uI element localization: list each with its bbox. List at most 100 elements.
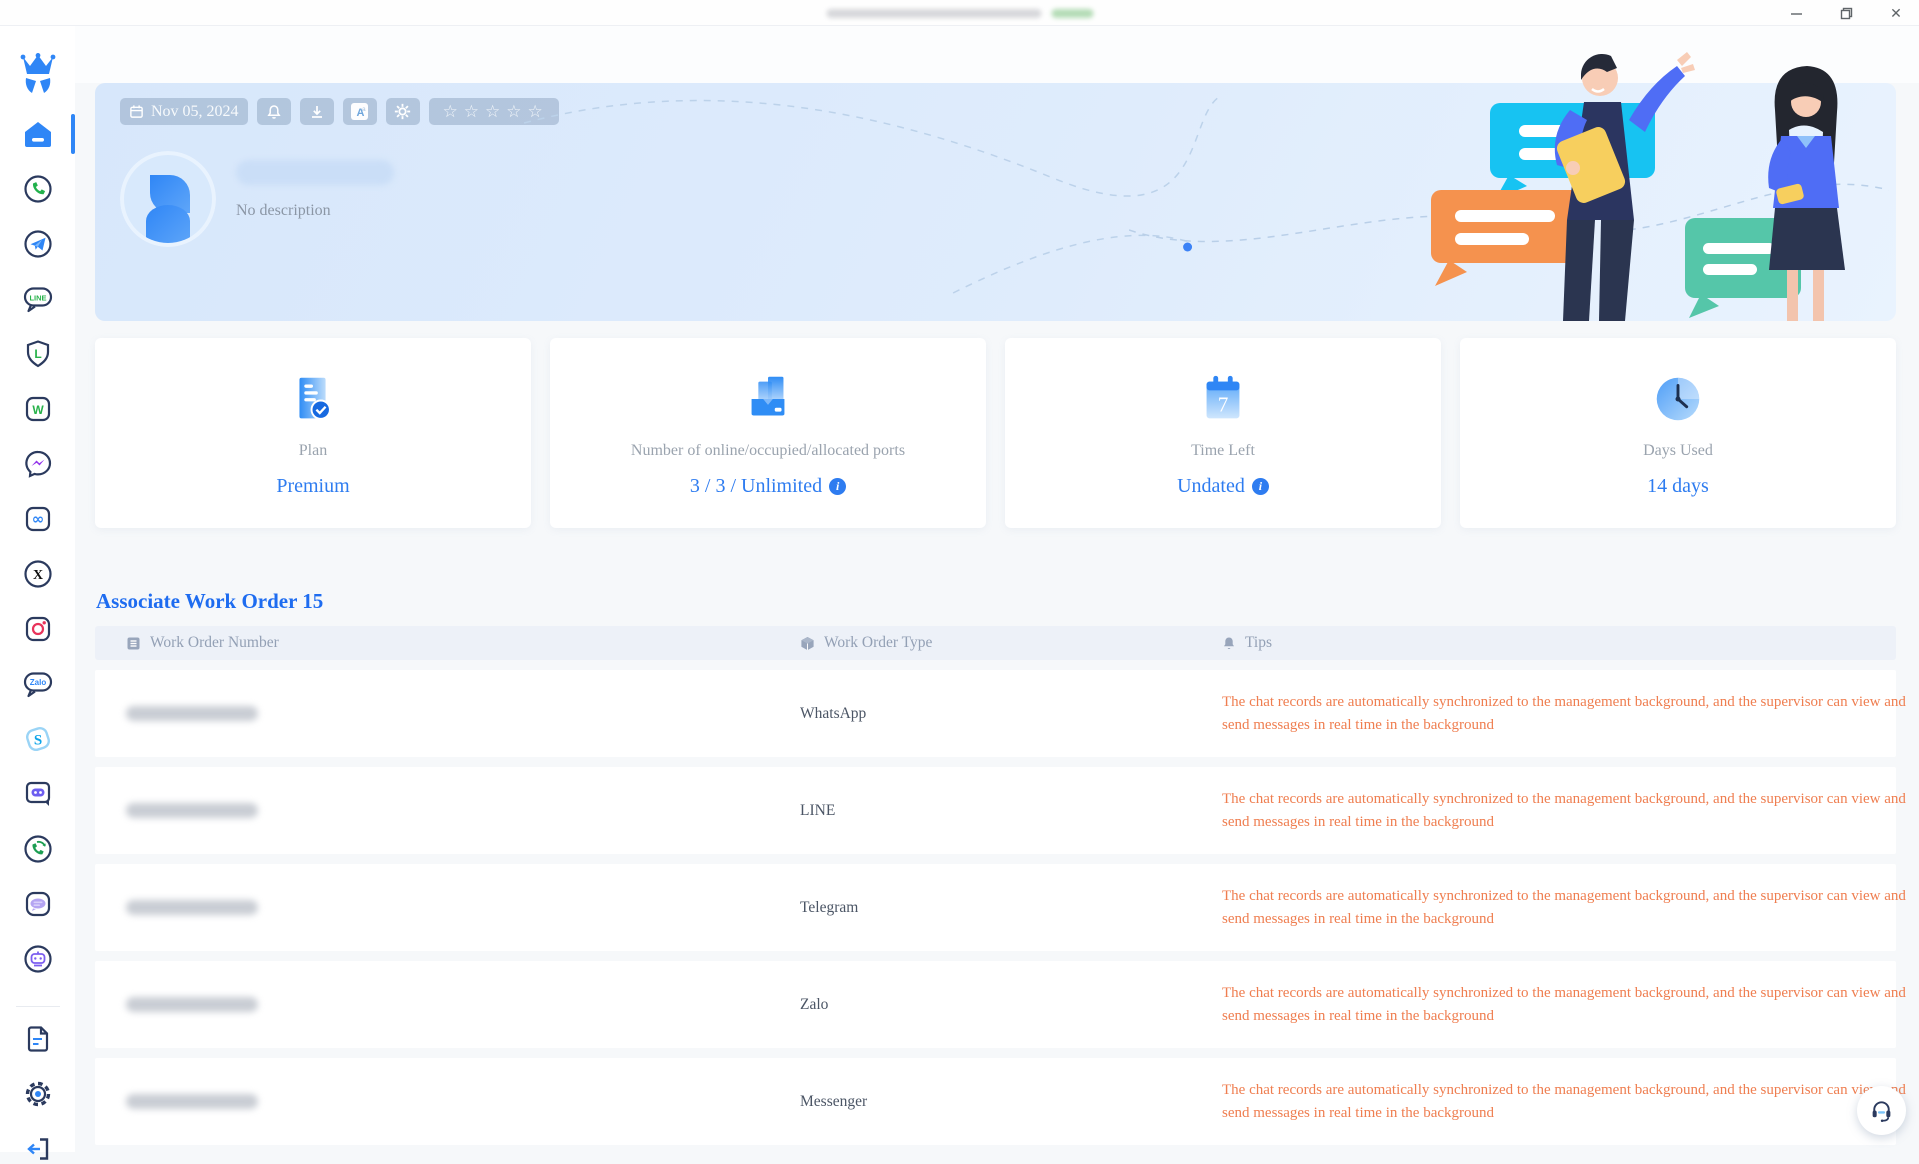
window-title-redacted [826, 9, 1093, 18]
stat-card-time-left: 7 Time Left Undated i [1005, 338, 1441, 528]
work-order-number-blurred [126, 1094, 258, 1109]
table-header-row: Work Order Number Work Order Type Tips [95, 626, 1896, 660]
sidebar-item-skype[interactable]: S [0, 725, 75, 753]
svg-text:∞: ∞ [31, 510, 44, 528]
whatsapp-icon [23, 174, 53, 204]
work-order-row[interactable]: WhatsApp The chat records are automatica… [95, 670, 1896, 757]
phone-callback-icon [23, 834, 53, 864]
restore-button[interactable] [1833, 1, 1859, 25]
x-twitter-icon: X [23, 559, 53, 589]
svg-text:S: S [33, 733, 41, 749]
svg-text:7: 7 [1218, 393, 1229, 417]
stat-value: 3 / 3 / Unlimited [690, 475, 822, 498]
skype-icon: S [23, 724, 53, 754]
crown-icon [19, 53, 57, 95]
work-orders-heading: Associate Work Order 15 [96, 589, 323, 614]
active-indicator [71, 114, 75, 154]
svg-text:X: X [32, 568, 42, 583]
svg-text:W: W [32, 403, 44, 417]
work-order-type: LINE [800, 802, 1222, 820]
calendar-7-icon: 7 [1194, 371, 1252, 429]
minimize-icon [1790, 7, 1803, 20]
work-order-tip: The chat records are automatically synch… [1222, 691, 1917, 737]
shield-l-icon: L [23, 339, 53, 369]
support-button[interactable] [1857, 1086, 1906, 1135]
bot-icon [23, 944, 53, 974]
work-order-number-blurred [126, 900, 258, 915]
column-header: Tips [1245, 634, 1272, 652]
work-order-number-blurred [126, 706, 258, 721]
work-order-row[interactable]: Messenger The chat records are automatic… [95, 1058, 1896, 1145]
svg-text:Zalo: Zalo [29, 678, 46, 687]
work-orders-table: Work Order Number Work Order Type Tips [95, 626, 1896, 1145]
stat-value: 14 days [1647, 475, 1709, 498]
info-icon[interactable]: i [829, 478, 846, 495]
sidebar-item-chat-bubble[interactable] [0, 890, 75, 918]
list-icon [126, 636, 141, 651]
stat-label: Days Used [1629, 442, 1727, 460]
cube-icon [800, 636, 815, 651]
work-order-row[interactable]: Zalo The chat records are automatically … [95, 961, 1896, 1048]
sidebar-item-discord[interactable] [0, 780, 75, 808]
line-icon: LINE [22, 284, 54, 314]
work-order-type: WhatsApp [800, 705, 1222, 723]
sidebar-item-messenger[interactable] [0, 450, 75, 478]
stat-label: Time Left [1177, 442, 1269, 460]
gear-icon [23, 1079, 53, 1109]
stat-card-ports: Number of online/occupied/allocated port… [550, 338, 986, 528]
work-order-tip: The chat records are automatically synch… [1222, 885, 1917, 931]
meta-icon: ∞ [23, 504, 53, 534]
work-order-tip: The chat records are automatically synch… [1222, 788, 1917, 834]
sidebar-item-bot[interactable] [0, 945, 75, 973]
sidebar-item-home[interactable] [0, 120, 75, 148]
w-badge-icon: W [23, 394, 53, 424]
banner-decoration [95, 83, 1896, 321]
svg-text:LINE: LINE [29, 294, 46, 303]
discord-icon [23, 779, 53, 809]
stat-label: Number of online/occupied/allocated port… [617, 442, 919, 460]
sidebar-item-w-badge[interactable]: W [0, 395, 75, 423]
sidebar-item-settings[interactable] [0, 1080, 75, 1108]
restore-icon [1840, 7, 1853, 20]
titlebar: ✕ [0, 0, 1919, 26]
plan-document-icon [284, 371, 342, 429]
stat-cards: Plan Premium Number of online/occupied/a… [95, 338, 1896, 528]
stat-value: Premium [276, 475, 349, 498]
work-order-type: Messenger [800, 1093, 1222, 1111]
close-button[interactable]: ✕ [1883, 1, 1909, 25]
sidebar-item-whatsapp[interactable] [0, 175, 75, 203]
stat-label: Plan [285, 442, 341, 460]
sidebar-item-line-shield[interactable]: L [0, 340, 75, 368]
instagram-icon [23, 614, 53, 644]
work-order-row[interactable]: LINE The chat records are automatically … [95, 767, 1896, 854]
sidebar-item-logout[interactable] [0, 1135, 75, 1163]
work-order-tip: The chat records are automatically synch… [1222, 982, 1917, 1028]
sidebar-item-meta[interactable]: ∞ [0, 505, 75, 533]
sidebar-item-instagram[interactable] [0, 615, 75, 643]
info-icon[interactable]: i [1252, 478, 1269, 495]
stat-value: Undated [1177, 475, 1245, 498]
tips-bell-icon [1222, 636, 1236, 651]
title-text-blurred [826, 9, 1041, 18]
sidebar-divider [16, 1006, 60, 1007]
minimize-button[interactable] [1783, 1, 1809, 25]
clock-icon [1649, 371, 1707, 429]
work-order-number-blurred [126, 803, 258, 818]
logout-icon [23, 1134, 53, 1164]
main-content: Nov 05, 2024 A a [75, 26, 1919, 1152]
ports-box-icon [739, 371, 797, 429]
sidebar: LINE L W ∞ X [0, 26, 75, 1152]
sidebar-item-zalo[interactable]: Zalo [0, 670, 75, 698]
work-order-row[interactable]: Telegram The chat records are automatica… [95, 864, 1896, 951]
zalo-icon: Zalo [22, 669, 54, 699]
work-order-type: Zalo [800, 996, 1222, 1014]
column-header: Work Order Number [150, 634, 279, 652]
sidebar-item-documents[interactable] [0, 1025, 75, 1053]
sidebar-item-telegram[interactable] [0, 230, 75, 258]
sidebar-item-x[interactable]: X [0, 560, 75, 588]
sidebar-item-phone-callback[interactable] [0, 835, 75, 863]
title-status-blurred [1051, 9, 1093, 18]
top-strip [75, 26, 1919, 83]
sidebar-item-line[interactable]: LINE [0, 285, 75, 313]
home-icon [23, 119, 53, 149]
